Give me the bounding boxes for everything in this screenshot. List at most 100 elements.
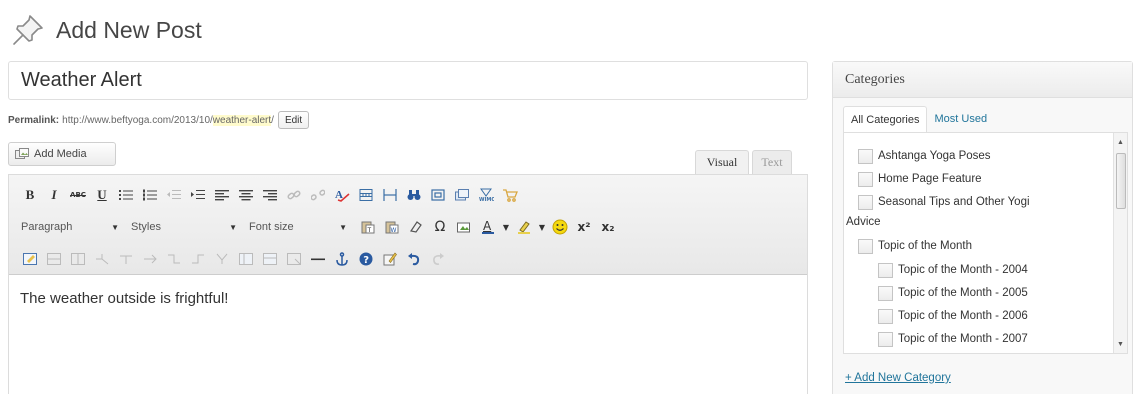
scroll-thumb[interactable] bbox=[1116, 153, 1126, 209]
chevron-down-icon: ▼ bbox=[339, 222, 347, 232]
text-color-icon[interactable]: A bbox=[477, 217, 499, 237]
styles-select[interactable]: Styles ▼ bbox=[129, 217, 241, 237]
tab-all-categories[interactable]: All Categories bbox=[843, 106, 928, 132]
permalink-row: Permalink: http://www.beftyoga.com/2013/… bbox=[8, 110, 310, 130]
toolbar-row-2: Paragraph ▼ Styles ▼ Font size ▼ T W Ω A… bbox=[19, 215, 621, 239]
special-character-button[interactable]: Ω bbox=[429, 217, 451, 237]
permalink-label: Permalink: bbox=[8, 114, 60, 126]
paste-word-icon[interactable]: W bbox=[381, 217, 403, 237]
tab-most-used[interactable]: Most Used bbox=[927, 106, 994, 132]
mapped-sketch-icon[interactable]: WIMO bbox=[475, 185, 497, 205]
paste-special-icon[interactable] bbox=[513, 217, 535, 237]
category-item[interactable]: Topic of the Month - 2005 bbox=[878, 286, 1028, 301]
category-checkbox[interactable] bbox=[878, 263, 893, 278]
anchor-icon[interactable] bbox=[331, 249, 353, 269]
split-cells-icon[interactable] bbox=[235, 249, 257, 269]
categories-scrollbar[interactable]: ▲ ▼ bbox=[1113, 133, 1127, 353]
svg-text:W: W bbox=[391, 227, 397, 234]
chevron-down-icon: ▼ bbox=[111, 222, 119, 232]
category-label: Seasonal Tips and Other Yogi bbox=[878, 196, 1030, 208]
category-checkbox[interactable] bbox=[858, 239, 873, 254]
tab-visual[interactable]: Visual bbox=[695, 150, 749, 174]
category-checkbox[interactable] bbox=[878, 332, 893, 347]
expand-icon[interactable] bbox=[427, 185, 449, 205]
insert-col-after-icon[interactable] bbox=[187, 249, 209, 269]
italic-button[interactable]: I bbox=[43, 185, 65, 205]
align-center-icon[interactable] bbox=[235, 185, 257, 205]
category-label: Home Page Feature bbox=[878, 173, 982, 185]
insert-row-after-icon[interactable] bbox=[115, 249, 137, 269]
chevron-down-icon[interactable]: ▼ bbox=[501, 217, 511, 237]
superscript-button[interactable]: x² bbox=[573, 217, 595, 237]
insert-template-icon[interactable] bbox=[379, 249, 401, 269]
category-checkbox[interactable] bbox=[858, 149, 873, 164]
insert-link-icon[interactable] bbox=[283, 185, 305, 205]
category-item[interactable]: Topic of the Month bbox=[858, 239, 972, 254]
toolbar-row-1: B I ABC U A WIMO bbox=[19, 183, 523, 207]
outdent-icon[interactable] bbox=[163, 185, 185, 205]
bullet-list-icon[interactable] bbox=[115, 185, 137, 205]
subscript-button[interactable]: x₂ bbox=[597, 217, 619, 237]
svg-text:A: A bbox=[483, 220, 492, 233]
align-right-icon[interactable] bbox=[259, 185, 281, 205]
category-checkbox[interactable] bbox=[858, 195, 873, 210]
fullscreen-icon[interactable] bbox=[379, 185, 401, 205]
permalink-edit-button[interactable]: Edit bbox=[277, 111, 310, 129]
spellcheck-icon[interactable]: A bbox=[331, 185, 353, 205]
category-item[interactable]: Home Page Feature bbox=[858, 172, 982, 187]
delete-col-icon[interactable] bbox=[211, 249, 233, 269]
align-left-icon[interactable] bbox=[211, 185, 233, 205]
category-checkbox[interactable] bbox=[878, 309, 893, 324]
undo-icon[interactable] bbox=[403, 249, 425, 269]
add-media-button[interactable]: Add Media bbox=[8, 142, 116, 166]
font-size-select[interactable]: Font size ▼ bbox=[247, 217, 351, 237]
category-item[interactable]: Seasonal Tips and Other Yogi bbox=[858, 195, 1030, 210]
horizontal-rule-icon[interactable] bbox=[307, 249, 329, 269]
insert-media-icon[interactable] bbox=[451, 185, 473, 205]
tab-text[interactable]: Text bbox=[752, 150, 792, 174]
smiley-icon[interactable] bbox=[549, 217, 571, 237]
insert-table-icon[interactable] bbox=[453, 217, 475, 237]
indent-icon[interactable] bbox=[187, 185, 209, 205]
shopping-cart-icon[interactable] bbox=[499, 185, 521, 205]
find-replace-icon[interactable] bbox=[403, 185, 425, 205]
table-delete-icon[interactable] bbox=[283, 249, 305, 269]
insert-col-before-icon[interactable] bbox=[163, 249, 185, 269]
scroll-down-arrow-icon[interactable]: ▼ bbox=[1114, 337, 1127, 351]
merge-cells-icon[interactable] bbox=[259, 249, 281, 269]
styles-select-value: Styles bbox=[131, 221, 161, 233]
title-field-wrapper bbox=[8, 61, 808, 100]
categories-tabs: All Categories Most Used bbox=[843, 106, 994, 132]
scroll-up-arrow-icon[interactable]: ▲ bbox=[1114, 135, 1127, 149]
category-checkbox[interactable] bbox=[858, 172, 873, 187]
toolbar-row-3: ? bbox=[19, 247, 451, 271]
insert-edit-table-icon[interactable] bbox=[19, 249, 41, 269]
read-more-icon[interactable] bbox=[355, 185, 377, 205]
table-row-props-icon[interactable] bbox=[43, 249, 65, 269]
format-select[interactable]: Paragraph ▼ bbox=[19, 217, 123, 237]
redo-icon[interactable] bbox=[427, 249, 449, 269]
category-item[interactable]: Topic of the Month - 2007 bbox=[878, 332, 1028, 347]
eraser-icon[interactable] bbox=[405, 217, 427, 237]
category-item[interactable]: Ashtanga Yoga Poses bbox=[858, 149, 991, 164]
underline-button[interactable]: U bbox=[91, 185, 113, 205]
category-label: Topic of the Month - 2006 bbox=[898, 310, 1028, 322]
paste-text-icon[interactable]: T bbox=[357, 217, 379, 237]
help-icon[interactable]: ? bbox=[355, 249, 377, 269]
permalink-slug[interactable]: weather-alert bbox=[212, 114, 272, 126]
post-title-input[interactable] bbox=[9, 62, 807, 99]
unlink-icon[interactable] bbox=[307, 185, 329, 205]
delete-row-icon[interactable] bbox=[139, 249, 161, 269]
insert-row-before-icon[interactable] bbox=[91, 249, 113, 269]
add-new-category-link[interactable]: + Add New Category bbox=[845, 372, 951, 384]
page-title: Add New Post bbox=[56, 16, 202, 43]
strikethrough-button[interactable]: ABC bbox=[67, 185, 89, 205]
table-cell-props-icon[interactable] bbox=[67, 249, 89, 269]
category-item[interactable]: Topic of the Month - 2004 bbox=[878, 263, 1028, 278]
category-item[interactable]: Topic of the Month - 2006 bbox=[878, 309, 1028, 324]
chevron-down-icon[interactable]: ▼ bbox=[537, 217, 547, 237]
bold-button[interactable]: B bbox=[19, 185, 41, 205]
editor-content[interactable]: The weather outside is frightful! bbox=[9, 275, 807, 322]
category-checkbox[interactable] bbox=[878, 286, 893, 301]
numbered-list-icon[interactable] bbox=[139, 185, 161, 205]
